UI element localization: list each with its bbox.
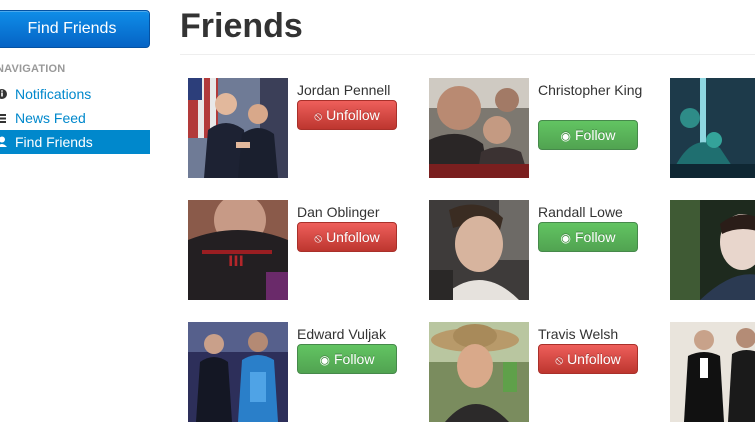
- friend-name[interactable]: Christopher King: [538, 80, 658, 100]
- find-friends-button[interactable]: Find Friends: [0, 10, 150, 48]
- follow-button[interactable]: ◉ Follow: [538, 120, 638, 150]
- friend-card: III Dan Oblinger ⦸ Unfollow: [188, 200, 418, 300]
- friend-card: Travis Welsh ⦸ Unfollow: [429, 322, 659, 422]
- button-label: Unfollow: [326, 229, 380, 245]
- button-label: Unfollow: [567, 351, 621, 367]
- friend-card: Christopher King ◉ Follow: [429, 78, 659, 178]
- list-icon: [0, 106, 9, 130]
- friend-card-partial: [670, 200, 755, 300]
- button-label: Unfollow: [326, 107, 380, 123]
- follow-button[interactable]: ◉ Follow: [538, 222, 638, 252]
- friend-card: Jordan Pennell ⦸ Unfollow: [188, 78, 418, 178]
- friend-avatar[interactable]: III: [188, 200, 288, 300]
- friend-card: Randall Lowe ◉ Follow: [429, 200, 659, 300]
- sidebar-item-news-feed[interactable]: News Feed: [0, 106, 150, 130]
- friend-avatar[interactable]: [670, 78, 755, 178]
- button-label: Follow: [575, 127, 616, 143]
- button-label: Follow: [334, 351, 375, 367]
- user-icon: [0, 130, 9, 154]
- sidebar-item-notifications[interactable]: Notifications: [0, 82, 150, 106]
- friend-card-partial: [670, 78, 755, 178]
- unfollow-button[interactable]: ⦸ Unfollow: [538, 344, 638, 374]
- eye-slash-icon: ⦸: [314, 109, 323, 123]
- friend-card-partial: [670, 322, 755, 422]
- friend-card: Edward Vuljak ◉ Follow: [188, 322, 418, 422]
- friend-avatar[interactable]: [429, 322, 529, 422]
- friend-name[interactable]: Travis Welsh: [538, 324, 658, 344]
- page-title: Friends: [180, 7, 303, 45]
- eye-icon: ◉: [560, 231, 571, 245]
- sidebar-item-label: Notifications: [15, 86, 92, 102]
- nav-header: NAVIGATION: [0, 63, 66, 75]
- follow-button[interactable]: ◉ Follow: [297, 344, 397, 374]
- friend-avatar[interactable]: [429, 200, 529, 300]
- friend-avatar[interactable]: [670, 322, 755, 422]
- unfollow-button[interactable]: ⦸ Unfollow: [297, 222, 397, 252]
- friend-name[interactable]: Randall Lowe: [538, 202, 658, 222]
- friend-avatar[interactable]: [188, 322, 288, 422]
- sidebar-item-label: Find Friends: [15, 134, 93, 150]
- button-label: Follow: [575, 229, 616, 245]
- sidebar-nav: Notifications News Feed Find Friends: [0, 82, 150, 154]
- eye-icon: ◉: [319, 353, 330, 367]
- sidebar-item-label: News Feed: [15, 110, 86, 126]
- friend-avatar[interactable]: [188, 78, 288, 178]
- eye-slash-icon: ⦸: [555, 353, 564, 367]
- title-divider: [180, 54, 755, 55]
- eye-slash-icon: ⦸: [314, 231, 323, 245]
- friend-name[interactable]: Dan Oblinger: [297, 202, 417, 222]
- friend-avatar[interactable]: [670, 200, 755, 300]
- eye-icon: ◉: [560, 129, 571, 143]
- friend-name[interactable]: Edward Vuljak: [297, 324, 417, 344]
- unfollow-button[interactable]: ⦸ Unfollow: [297, 100, 397, 130]
- sidebar-item-find-friends[interactable]: Find Friends: [0, 130, 150, 154]
- info-circle-icon: [0, 82, 9, 106]
- svg-text:III: III: [228, 254, 244, 270]
- friend-avatar[interactable]: [429, 78, 529, 178]
- friend-name[interactable]: Jordan Pennell: [297, 80, 417, 100]
